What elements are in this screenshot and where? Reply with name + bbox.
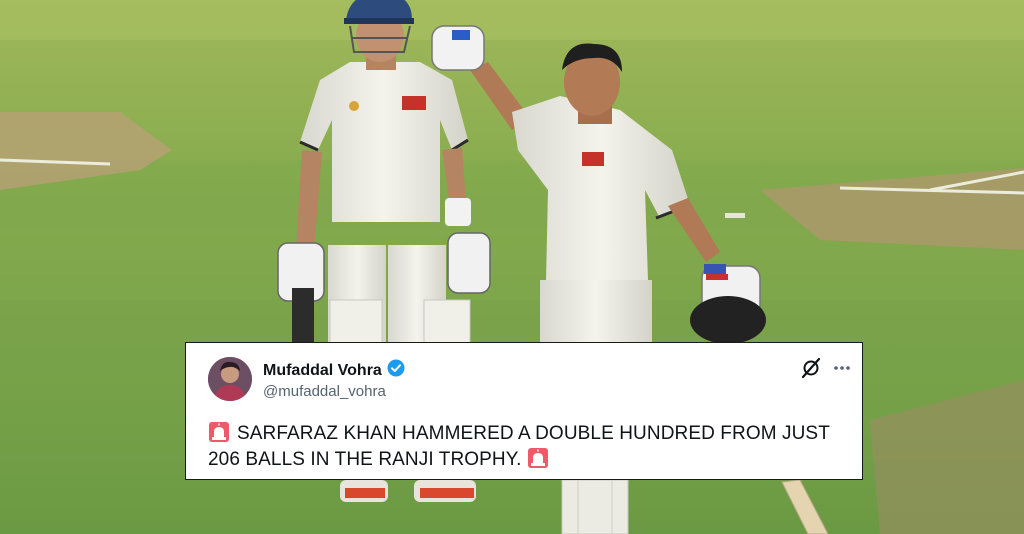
avatar-image [208, 357, 252, 401]
tweet-text-line2: 206 BALLS IN THE RANJI TROPHY. [208, 449, 522, 470]
grok-icon[interactable] [800, 357, 822, 379]
siren-emoji-icon [527, 447, 549, 469]
verified-badge-icon [387, 359, 405, 382]
tweet-card: Mufaddal Vohra @mufaddal_vohra SARFARAZ … [185, 342, 863, 480]
author-name[interactable]: Mufaddal Vohra [263, 362, 382, 380]
author-avatar[interactable] [208, 357, 252, 401]
tweet-text: SARFARAZ KHAN HAMMERED A DOUBLE HUNDRED … [208, 421, 848, 473]
tweet-text-line1: SARFARAZ KHAN HAMMERED A DOUBLE HUNDRED … [237, 423, 830, 444]
more-options-icon[interactable] [831, 357, 853, 379]
siren-emoji-icon [208, 421, 230, 443]
author-handle[interactable]: @mufaddal_vohra [263, 383, 386, 400]
cricket-photo: Mufaddal Vohra @mufaddal_vohra SARFARAZ … [0, 0, 1024, 534]
